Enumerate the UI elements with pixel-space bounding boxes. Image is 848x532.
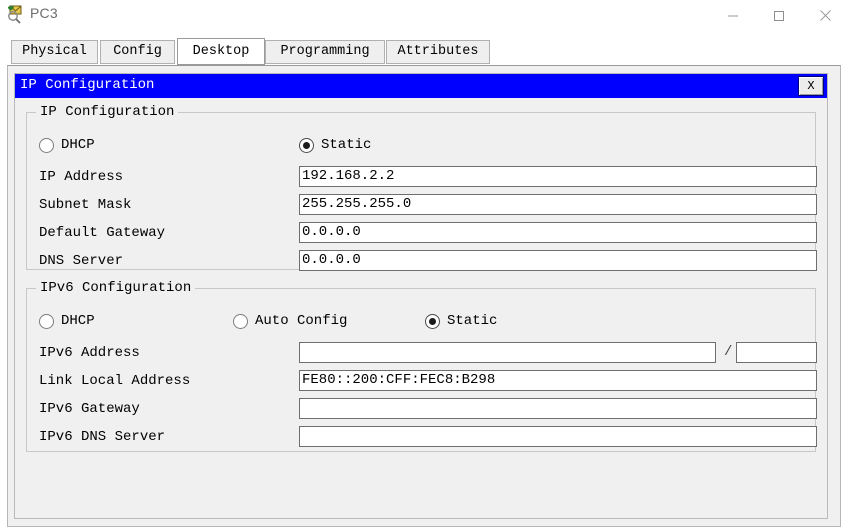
radio-circle-selected-icon <box>299 137 314 153</box>
maximize-button[interactable] <box>756 0 802 31</box>
ipv6-configuration-group: IPv6 Configuration DHCP Auto Config Stat… <box>26 280 817 452</box>
dns-server-input[interactable]: 0.0.0.0 <box>299 250 817 271</box>
ipv6-auto-config-radio[interactable]: Auto Config <box>233 313 347 329</box>
close-button[interactable] <box>802 0 848 31</box>
link-local-address-input[interactable]: FE80::200:CFF:FEC8:B298 <box>299 370 817 391</box>
tab-strip: Physical Config Desktop Programming Attr… <box>0 31 848 66</box>
ip-configuration-titlebar: IP Configuration X <box>15 74 827 98</box>
minimize-icon <box>728 15 738 16</box>
ipv4-static-radio[interactable]: Static <box>299 137 371 153</box>
ipv4-dhcp-radio[interactable]: DHCP <box>39 137 95 153</box>
ipv6-dns-server-label: IPv6 DNS Server <box>39 429 166 445</box>
tab-physical[interactable]: Physical <box>11 40 98 64</box>
ipv4-configuration-group: IP Configuration DHCP Static IP Address … <box>26 104 817 271</box>
ip-configuration-window: IP Configuration X IP Configuration DHCP… <box>14 73 828 519</box>
subnet-mask-label: Subnet Mask <box>39 197 132 213</box>
ipv4-static-label: Static <box>321 137 372 153</box>
radio-circle-icon <box>39 313 54 329</box>
ipv6-dns-server-input[interactable] <box>299 426 817 447</box>
default-gateway-label: Default Gateway <box>39 225 166 241</box>
close-icon <box>819 10 831 21</box>
ipv6-prefix-separator: / <box>724 344 733 360</box>
default-gateway-input[interactable]: 0.0.0.0 <box>299 222 817 243</box>
pc-magnifier-icon <box>6 4 26 24</box>
ipv6-dhcp-radio[interactable]: DHCP <box>39 313 95 329</box>
tab-programming[interactable]: Programming <box>265 40 385 64</box>
ipv6-gateway-input[interactable] <box>299 398 817 419</box>
minimize-button[interactable] <box>710 0 756 31</box>
ip-configuration-close-button[interactable]: X <box>798 76 824 96</box>
window-titlebar: PC3 <box>0 0 848 31</box>
ipv6-address-label: IPv6 Address <box>39 345 140 361</box>
ip-address-label: IP Address <box>39 169 124 185</box>
ipv6-group-legend: IPv6 Configuration <box>36 280 196 296</box>
subnet-mask-input[interactable]: 255.255.255.0 <box>299 194 817 215</box>
ipv4-dhcp-label: DHCP <box>61 137 95 153</box>
ipv6-auto-config-label: Auto Config <box>255 313 348 329</box>
radio-circle-icon <box>39 137 54 153</box>
window-controls <box>710 0 848 31</box>
ip-configuration-body: IP Configuration DHCP Static IP Address … <box>15 98 827 518</box>
link-local-address-label: Link Local Address <box>39 373 191 389</box>
ipv6-static-label: Static <box>447 313 498 329</box>
ipv6-dhcp-label: DHCP <box>61 313 95 329</box>
maximize-icon <box>774 10 784 21</box>
tab-desktop[interactable]: Desktop <box>177 38 265 65</box>
desktop-tab-panel: IP Configuration X IP Configuration DHCP… <box>7 65 841 527</box>
dns-server-label: DNS Server <box>39 253 124 269</box>
tab-attributes[interactable]: Attributes <box>386 40 490 64</box>
ipv6-static-radio[interactable]: Static <box>425 313 497 329</box>
ip-address-input[interactable]: 192.168.2.2 <box>299 166 817 187</box>
radio-circle-icon <box>233 313 248 329</box>
tab-config[interactable]: Config <box>100 40 175 64</box>
ipv6-address-input[interactable] <box>299 342 716 363</box>
radio-circle-selected-icon <box>425 313 440 329</box>
window-title: PC3 <box>30 5 58 21</box>
ip-configuration-title: IP Configuration <box>20 77 155 93</box>
ipv6-prefix-input[interactable] <box>736 342 817 363</box>
ipv6-gateway-label: IPv6 Gateway <box>39 401 140 417</box>
ipv4-group-legend: IP Configuration <box>36 104 179 120</box>
